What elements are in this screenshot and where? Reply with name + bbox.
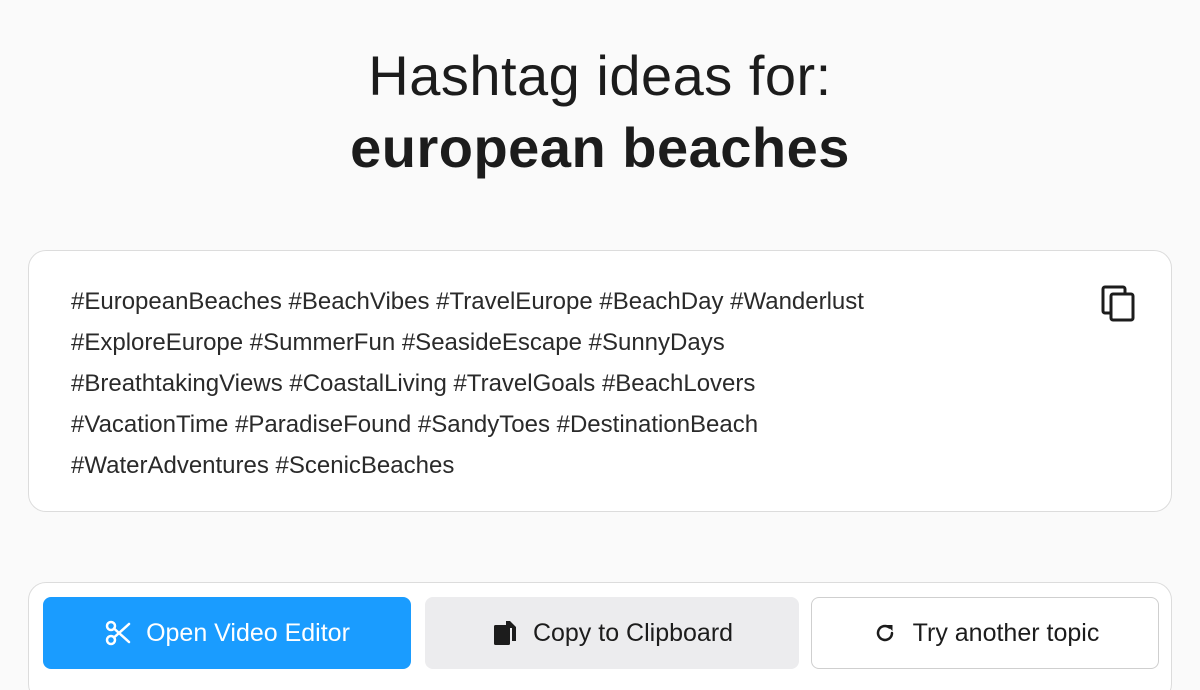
hashtag-line: #EuropeanBeaches #BeachVibes #TravelEuro…: [71, 288, 864, 315]
page-title-prefix: Hashtag ideas for:: [368, 44, 832, 107]
try-another-topic-button[interactable]: Try another topic: [811, 597, 1159, 669]
open-video-editor-button[interactable]: Open Video Editor: [43, 597, 411, 669]
scissors-icon: [104, 619, 132, 647]
hashtag-result-card: #EuropeanBeaches #BeachVibes #TravelEuro…: [28, 250, 1172, 512]
open-video-editor-label: Open Video Editor: [146, 618, 350, 647]
refresh-icon: [871, 619, 899, 647]
page-title-topic: european beaches: [350, 116, 850, 179]
hashtag-line: #BreathtakingViews #CoastalLiving #Trave…: [71, 370, 756, 397]
copy-to-clipboard-label: Copy to Clipboard: [532, 618, 734, 647]
hashtag-line: #VacationTime #ParadiseFound #SandyToes …: [71, 411, 759, 438]
action-bar: Open Video Editor Copy to Clipboard Try …: [28, 582, 1172, 690]
try-another-topic-label: Try another topic: [912, 618, 1100, 647]
hashtag-line: #ExploreEurope #SummerFun #SeasideEscape…: [71, 329, 725, 356]
page-title: Hashtag ideas for: european beaches: [0, 40, 1200, 184]
copy-to-clipboard-button[interactable]: Copy to Clipboard: [425, 597, 799, 669]
clipboard-icon: [491, 619, 519, 647]
hashtag-line: #WaterAdventures #ScenicBeaches: [71, 452, 455, 479]
copy-icon[interactable]: [1099, 283, 1139, 323]
hashtag-list[interactable]: #EuropeanBeaches #BeachVibes #TravelEuro…: [71, 281, 1071, 486]
hashtag-generator-page: Hashtag ideas for: european beaches #Eur…: [0, 0, 1200, 690]
